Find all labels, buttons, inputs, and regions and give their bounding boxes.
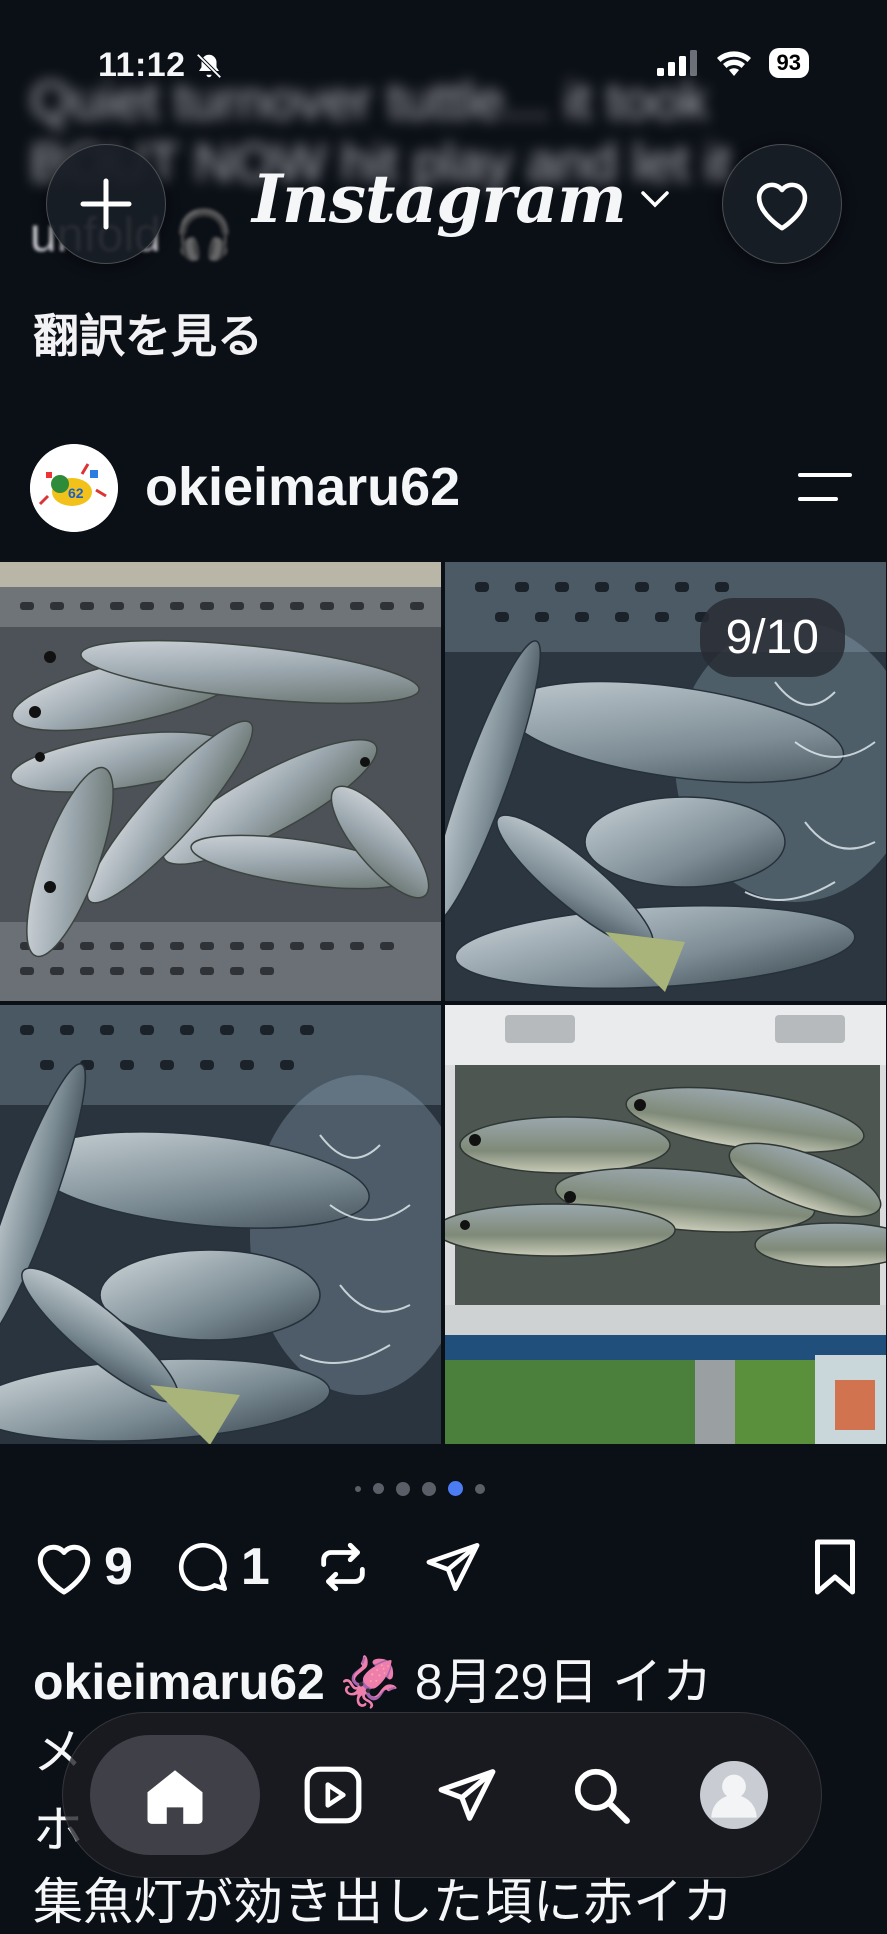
fish-cooler-image (445, 1005, 886, 1444)
home-icon (147, 1770, 203, 1824)
caption-fragment-1: Quiet turnover tuttle... it took (30, 71, 709, 131)
repost-button[interactable] (314, 1538, 372, 1596)
share-button[interactable] (422, 1538, 484, 1596)
comment-icon (178, 1542, 227, 1592)
carousel-dots (355, 1481, 485, 1496)
heart-icon (756, 182, 808, 231)
plus-icon (80, 178, 132, 230)
carousel-dot (373, 1483, 384, 1494)
comment-count: 1 (240, 1538, 270, 1596)
reels-icon (304, 1766, 362, 1824)
bottom-nav (62, 1712, 822, 1878)
heart-icon (37, 1544, 91, 1595)
send-icon (426, 1542, 480, 1592)
carousel-dot (422, 1481, 436, 1496)
nav-reels[interactable] (273, 1735, 393, 1855)
photo-fish-splash-2 (0, 1005, 441, 1444)
carousel-counter: 9/10 (699, 598, 845, 677)
carousel-dot (355, 1485, 361, 1492)
carousel-dot (475, 1483, 485, 1494)
avatar[interactable]: 62 (30, 444, 118, 532)
nav-profile[interactable] (674, 1735, 794, 1855)
nav-messages[interactable] (407, 1735, 527, 1855)
send-icon (438, 1769, 496, 1821)
create-button[interactable] (46, 144, 166, 264)
carousel-dot-active (448, 1481, 463, 1496)
carousel-dot (396, 1481, 410, 1496)
instagram-logo: Instagram (252, 160, 627, 238)
fish-splash-image-2 (0, 1005, 441, 1444)
chevron-down-icon (641, 191, 669, 208)
see-translation-link[interactable]: 翻訳を見る (33, 300, 263, 366)
avatar-logo-icon: 62 (30, 444, 118, 532)
photo-fish-crate (0, 562, 441, 1001)
profile-avatar-icon (700, 1761, 769, 1829)
comment-button[interactable]: 1 (173, 1537, 270, 1597)
instagram-logo-dropdown[interactable]: Instagram (252, 160, 670, 238)
like-button[interactable]: 9 (32, 1537, 133, 1597)
search-icon (574, 1768, 630, 1824)
bookmark-icon (815, 1539, 855, 1595)
photo-fish-cooler (445, 1005, 886, 1444)
nav-search[interactable] (541, 1735, 661, 1855)
post-caption: okieimaru62 🦑 8月29日 イカ (33, 1642, 712, 1714)
post-actions: 9 1 (32, 1535, 862, 1599)
repost-icon (321, 1542, 365, 1592)
nav-home[interactable] (89, 1735, 260, 1855)
post-media[interactable] (0, 562, 887, 1444)
like-count: 9 (104, 1538, 133, 1596)
squid-emoji: 🦑 (338, 1654, 401, 1710)
post-username[interactable]: okieimaru62 (145, 456, 460, 518)
post-options-button[interactable] (796, 470, 854, 509)
caption-username[interactable]: okieimaru62 (33, 1654, 325, 1710)
caption-text: 8月29日 イカ (414, 1654, 713, 1710)
fish-crate-image (0, 562, 441, 1001)
notifications-button[interactable] (722, 144, 842, 264)
svg-text:62: 62 (68, 485, 84, 501)
menu-lines-icon (798, 473, 852, 501)
save-button[interactable] (808, 1537, 862, 1597)
